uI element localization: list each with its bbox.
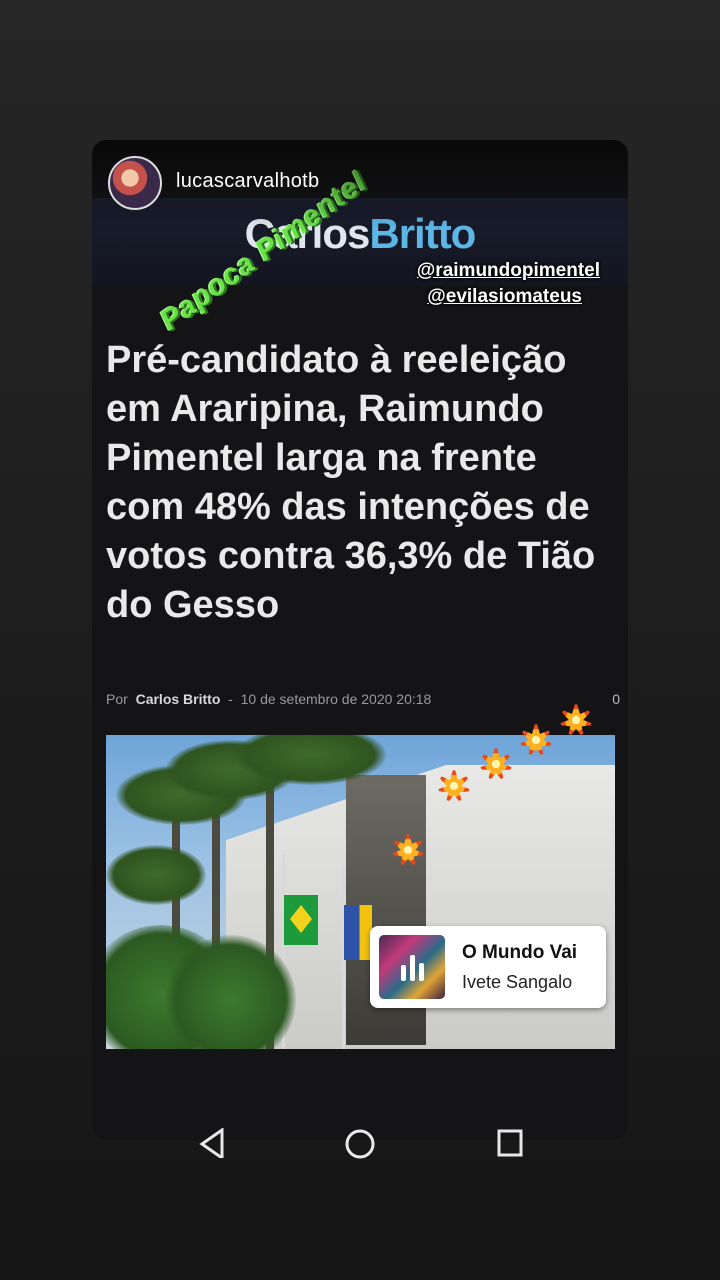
avatar[interactable] [108, 156, 162, 210]
brazil-flag [284, 895, 318, 945]
byline-date: 10 de setembro de 2020 20:18 [240, 691, 432, 707]
back-triangle-icon[interactable] [198, 1128, 226, 1158]
album-art [379, 935, 445, 999]
mention-evilasiomateus[interactable]: @evilasiomateus [427, 286, 582, 308]
song-artist: Ivete Sangalo [462, 972, 573, 992]
byline-separator: - [228, 691, 233, 707]
state-flag [344, 905, 372, 960]
byline-author: Carlos Britto [135, 691, 221, 707]
music-sticker[interactable]: O Mundo Vai Ivete Sangalo [370, 926, 606, 1008]
song-title: O Mundo Vai [462, 942, 578, 963]
article-headline: Pré-candidato à reeleição em Araripina, … [106, 339, 596, 626]
story-username[interactable]: lucascarvalhotb [176, 170, 319, 193]
byline-prefix: Por [106, 691, 128, 707]
mention-raimundopimentel[interactable]: @raimundopimentel [417, 260, 600, 282]
palm-leaves [106, 845, 206, 905]
story-header: lucascarvalhotb [92, 140, 628, 230]
comment-count: 0 [612, 691, 620, 707]
recents-square-icon[interactable] [496, 1128, 524, 1158]
home-circle-icon[interactable] [344, 1128, 376, 1160]
article-byline: Por Carlos Britto - 10 de setembro de 20… [106, 691, 620, 707]
equalizer-icon [401, 955, 425, 981]
navigation-bar [0, 1124, 720, 1164]
